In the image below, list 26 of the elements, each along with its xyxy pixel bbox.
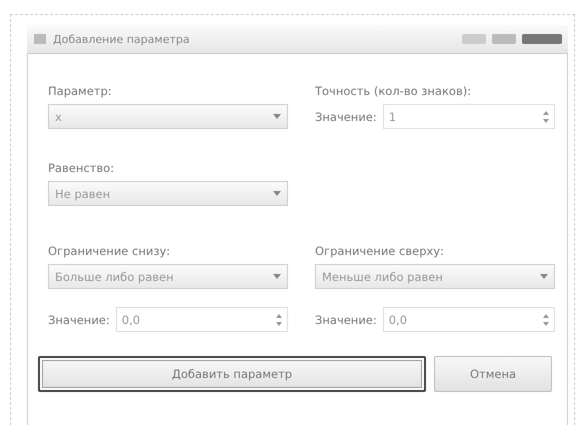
- field-label: Значение:: [315, 312, 377, 326]
- dropdown[interactable]: x: [48, 104, 288, 129]
- field-label: Ограничение сверху:: [315, 244, 445, 258]
- field-label: Параметр:: [48, 84, 113, 98]
- number-field[interactable]: 1: [382, 104, 555, 129]
- window-title: Добавление параметра: [53, 32, 190, 46]
- cancel-button[interactable]: Отмена: [434, 356, 552, 392]
- maximize-button[interactable]: [492, 34, 516, 44]
- field-label: Значение:: [48, 312, 110, 326]
- add-button[interactable]: Добавить параметр: [38, 356, 426, 392]
- app-icon: [33, 33, 47, 45]
- field-label: Ограничение снизу:: [48, 244, 172, 258]
- field-label: Равенство:: [48, 161, 116, 175]
- caret-icon: [273, 191, 281, 196]
- minimize-button[interactable]: [462, 34, 486, 44]
- caret-icon: [540, 274, 548, 279]
- field-label: Точность (кол-во знаков):: [315, 84, 472, 98]
- dropdown[interactable]: Больше либо равен: [48, 264, 288, 289]
- close-button[interactable]: [522, 34, 562, 44]
- dropdown[interactable]: Не равен: [48, 181, 288, 206]
- number-field[interactable]: 0,0: [116, 307, 288, 332]
- number-field[interactable]: 0,0: [382, 307, 555, 332]
- caret-icon: [273, 114, 281, 119]
- field-label: Значение:: [315, 110, 377, 124]
- dropdown[interactable]: Меньше либо равен: [315, 264, 555, 289]
- caret-icon: [273, 274, 281, 279]
